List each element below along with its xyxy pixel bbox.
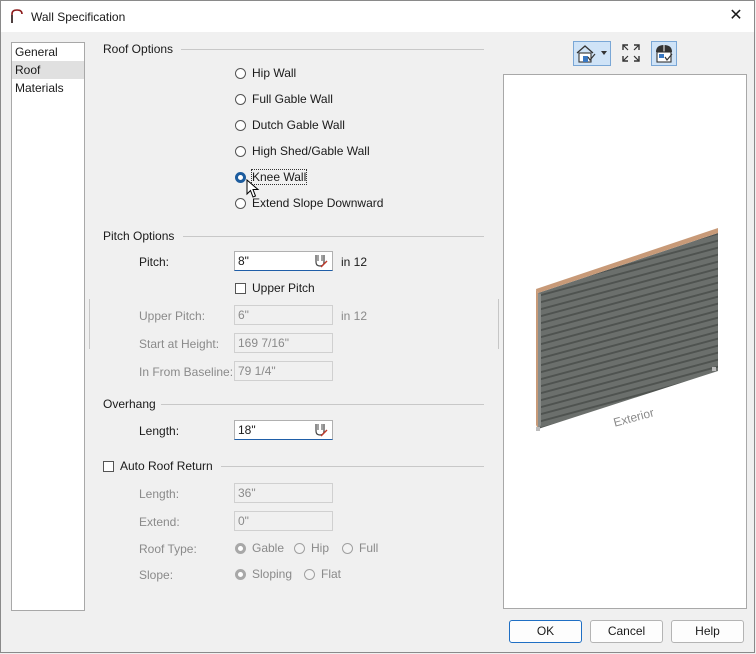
pitch-label: Pitch: [139, 255, 170, 269]
category-list: General Roof Materials [11, 42, 85, 611]
upper-pitch-input[interactable]: 6" [234, 305, 333, 325]
radio-button[interactable] [235, 93, 246, 105]
overhang-length-label: Length: [139, 424, 180, 438]
auto-roof-return-section: Auto Roof Return [103, 459, 484, 475]
help-button[interactable]: Help [671, 620, 744, 643]
exterior-label: Exterior [612, 405, 656, 429]
overhang-length-value: 18" [238, 423, 256, 437]
start-height-input[interactable]: 169 7/16" [234, 333, 333, 353]
upper-pitch-unit: in 12 [341, 309, 368, 323]
radio-label: Flat [321, 567, 342, 581]
render-mode-icon [656, 45, 673, 63]
radio-button[interactable] [235, 67, 246, 79]
start-height-label: Start at Height: [139, 337, 220, 351]
checkbox-label: Upper Pitch [252, 281, 315, 295]
house-view-icon [576, 45, 607, 63]
radio-button[interactable] [294, 542, 305, 554]
pitch-options-heading: Pitch Options [103, 229, 175, 243]
wall-specification-dialog: Wall Specification ✕ General Roof Materi… [0, 0, 755, 653]
extend-input[interactable]: 0" [234, 511, 333, 531]
baseline-value: 79 1/4" [238, 364, 276, 378]
upper-pitch-value: 6" [238, 308, 249, 322]
title-bar: Wall Specification ✕ [1, 1, 754, 32]
radio-button[interactable] [342, 542, 353, 554]
nav-item-roof[interactable]: Roof [12, 61, 84, 79]
pitch-unit: in 12 [341, 255, 368, 269]
radio-button[interactable] [304, 568, 315, 580]
nav-item-materials[interactable]: Materials [12, 79, 84, 97]
overhang-length-input[interactable]: 18" [234, 420, 333, 440]
app-arch-icon [11, 9, 23, 23]
radio-label: Extend Slope Downward [252, 196, 384, 210]
radio-high-shed-gable-wall[interactable]: High Shed/Gable Wall [235, 144, 370, 158]
splitter-left[interactable] [89, 299, 90, 349]
ok-button[interactable]: OK [509, 620, 582, 643]
house-view-button[interactable] [573, 41, 611, 66]
auto-roof-return-checkbox[interactable]: Auto Roof Return [103, 459, 213, 473]
checkbox[interactable] [103, 460, 114, 472]
radio-button[interactable] [235, 145, 246, 157]
radio-dutch-gable-wall[interactable]: Dutch Gable Wall [235, 118, 345, 132]
radio-button[interactable] [235, 119, 246, 131]
extend-label: Extend: [139, 515, 180, 529]
fit-view-icon [622, 44, 640, 62]
baseline-input[interactable]: 79 1/4" [234, 361, 333, 381]
close-icon[interactable]: ✕ [728, 7, 744, 25]
radio-roof-type-full[interactable]: Full [342, 541, 378, 555]
radio-label: Gable [252, 541, 285, 555]
wall-3d-preview: Exterior [536, 228, 718, 431]
radio-roof-type-gable[interactable]: Gable [235, 541, 284, 555]
baseline-label: In From Baseline: [139, 365, 234, 379]
edit-value-icon[interactable] [312, 253, 328, 269]
radio-label: Dutch Gable Wall [252, 118, 345, 132]
upper-pitch-label: Upper Pitch: [139, 309, 206, 323]
radio-button-selected[interactable] [235, 542, 246, 554]
radio-button-selected[interactable] [235, 171, 246, 183]
radio-roof-type-hip[interactable]: Hip [294, 541, 329, 555]
splitter-right[interactable] [498, 299, 499, 349]
radio-slope-flat[interactable]: Flat [304, 567, 341, 581]
radio-button-selected[interactable] [235, 568, 246, 580]
start-height-value: 169 7/16" [238, 336, 289, 350]
fit-view-button[interactable] [619, 41, 643, 66]
radio-label: High Shed/Gable Wall [252, 144, 370, 158]
upper-pitch-checkbox[interactable]: Upper Pitch [235, 281, 315, 295]
roof-options-heading: Roof Options [103, 42, 174, 56]
radio-hip-wall[interactable]: Hip Wall [235, 66, 296, 80]
radio-label: Full [359, 541, 379, 555]
overhang-heading: Overhang [103, 397, 156, 411]
radio-button[interactable] [235, 197, 246, 209]
return-length-input[interactable]: 36" [234, 483, 333, 503]
return-length-label: Length: [139, 487, 180, 501]
render-mode-button[interactable] [651, 41, 677, 66]
roof-type-label: Roof Type: [139, 542, 197, 556]
nav-item-general[interactable]: General [12, 43, 84, 61]
slope-label: Slope: [139, 568, 174, 582]
cancel-button[interactable]: Cancel [590, 620, 663, 643]
mouse-cursor-icon [246, 179, 260, 198]
radio-label: Hip [311, 541, 330, 555]
radio-slope-sloping[interactable]: Sloping [235, 567, 292, 581]
radio-label: Knee Wall [250, 169, 308, 185]
pitch-value: 8" [238, 254, 249, 268]
wall-preview[interactable]: Exterior [503, 74, 747, 609]
window-title: Wall Specification [31, 10, 126, 24]
pitch-input[interactable]: 8" [234, 251, 333, 271]
radio-label: Hip Wall [252, 66, 297, 80]
radio-label: Full Gable Wall [252, 92, 333, 106]
return-length-value: 36" [238, 486, 256, 500]
overhang-section: Overhang [103, 397, 484, 411]
radio-full-gable-wall[interactable]: Full Gable Wall [235, 92, 333, 106]
roof-options-section: Roof Options [103, 42, 484, 56]
edit-value-icon[interactable] [312, 422, 328, 438]
radio-label: Sloping [252, 567, 293, 581]
pitch-options-section: Pitch Options [103, 229, 484, 243]
extend-value: 0" [238, 514, 249, 528]
checkbox[interactable] [235, 282, 246, 294]
checkbox-label: Auto Roof Return [120, 459, 213, 473]
